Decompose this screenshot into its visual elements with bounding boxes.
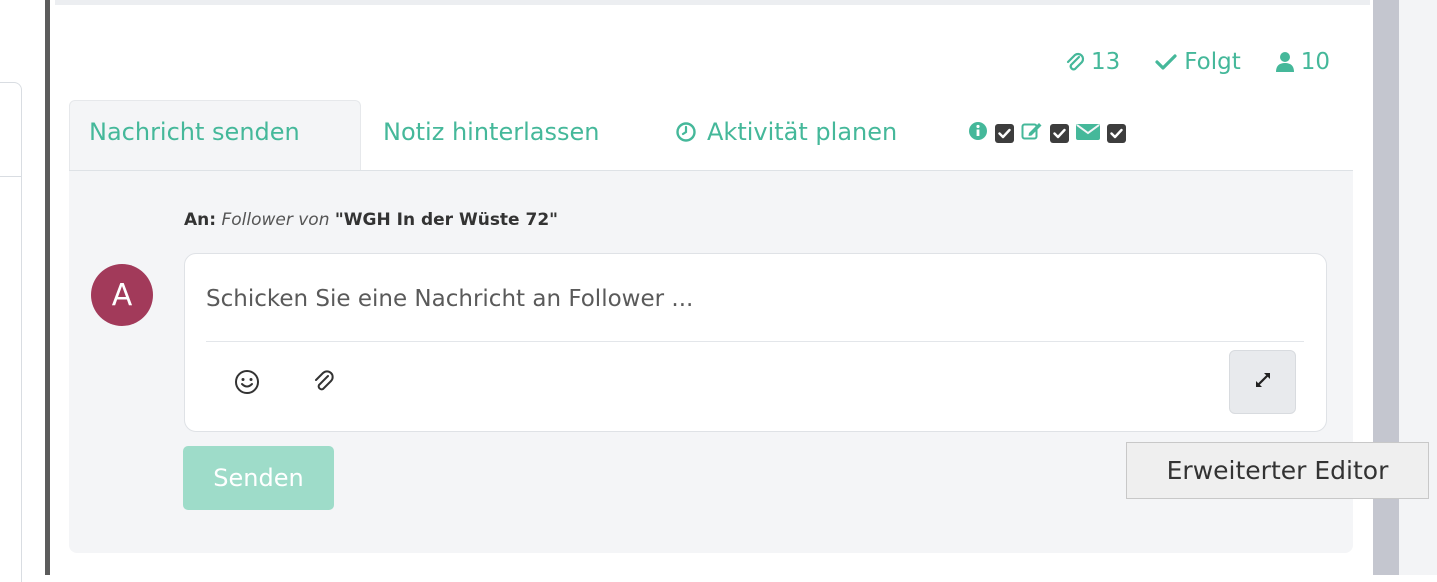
emoji-button[interactable] (231, 368, 263, 400)
attach-file-button[interactable] (308, 368, 340, 400)
expand-tooltip: Erweiterter Editor (1126, 442, 1429, 499)
chatter-left-border (45, 0, 50, 575)
tab-send-message-label[interactable]: Nachricht senden (89, 112, 300, 152)
check-icon (1154, 52, 1178, 72)
attachments-counter[interactable]: 13 (1065, 49, 1120, 75)
follow-label: Folgt (1184, 49, 1241, 75)
attachments-count: 13 (1090, 49, 1121, 75)
checkbox-icon[interactable] (1107, 123, 1126, 143)
followers-count: 10 (1300, 49, 1330, 75)
paperclip-icon (1065, 51, 1085, 73)
user-icon (1275, 51, 1295, 73)
recipient-name: "WGH In der Wüste 72" (334, 210, 559, 230)
tab-log-note[interactable]: Notiz hinterlassen (383, 112, 599, 152)
side-card-divider (0, 176, 22, 177)
checkbox-icon[interactable] (1050, 123, 1069, 143)
chatter-stats: 13 Folgt 10 (1065, 44, 1330, 80)
smiley-icon (234, 369, 260, 399)
checkbox-icon[interactable] (995, 123, 1014, 143)
recipient-line: An: Follower von "WGH In der Wüste 72" (184, 210, 558, 230)
tab-schedule-activity[interactable]: Aktivität planen (707, 112, 897, 152)
follow-button[interactable]: Folgt (1154, 49, 1241, 75)
composer-options (968, 120, 1126, 146)
info-icon[interactable] (968, 121, 988, 145)
full-composer-button[interactable] (1229, 350, 1296, 414)
recipient-prefix: An: (184, 210, 217, 230)
recipient-role: Follower von (221, 210, 330, 230)
expand-icon (1251, 368, 1275, 396)
envelope-icon[interactable] (1076, 122, 1100, 144)
message-input[interactable] (206, 277, 1296, 321)
paperclip-icon (312, 369, 336, 399)
edit-icon[interactable] (1021, 121, 1043, 145)
composer-divider (206, 341, 1304, 342)
send-button[interactable]: Senden (183, 446, 334, 510)
clock-icon (675, 121, 697, 143)
avatar: A (91, 264, 153, 326)
followers-button[interactable]: 10 (1275, 49, 1330, 75)
top-rule (55, 0, 1370, 5)
side-card (0, 82, 22, 582)
